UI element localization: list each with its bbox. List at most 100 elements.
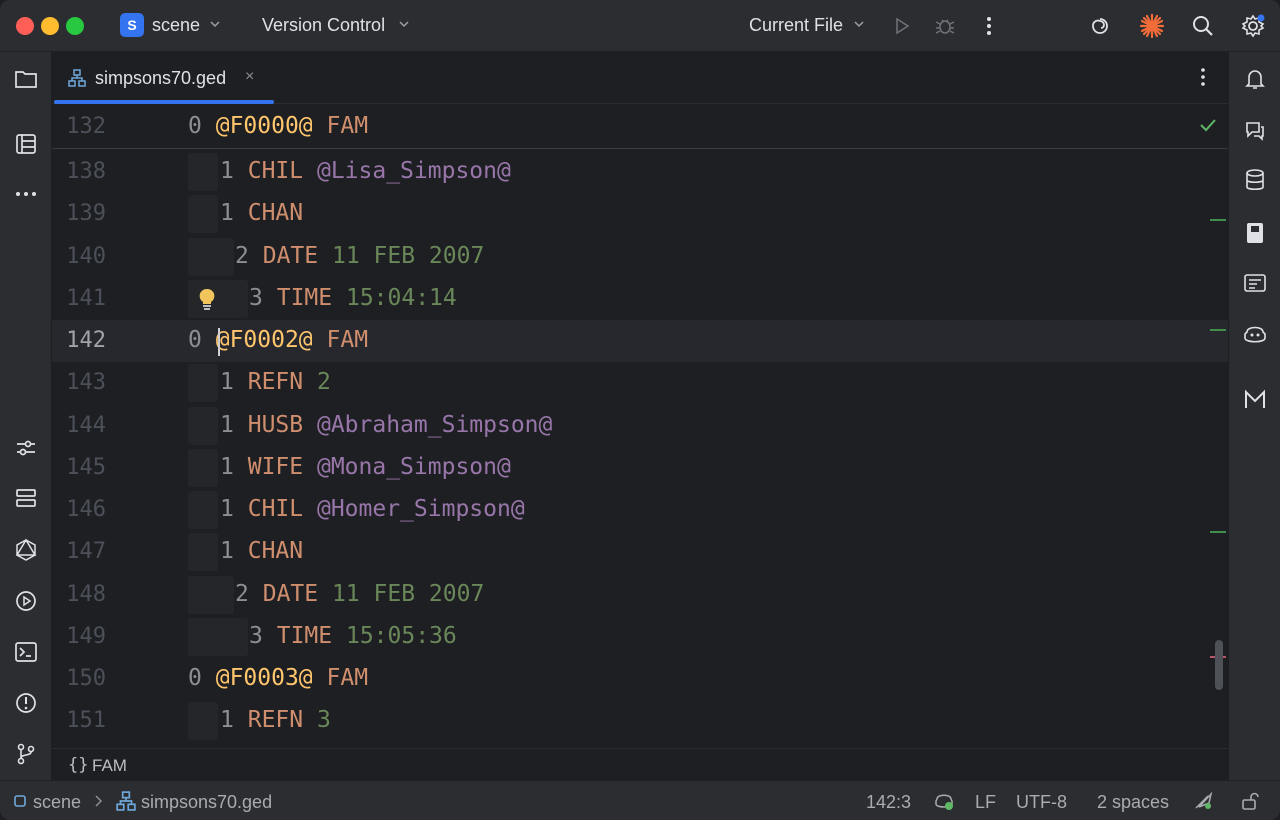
code-line[interactable]: 148 2 DATE 11 FEB 2007 (52, 574, 1228, 616)
run-config-selector[interactable]: Current File (749, 15, 843, 36)
line-number[interactable]: 139 (52, 201, 106, 226)
line-number[interactable]: 138 (52, 159, 106, 184)
close-tab-icon[interactable]: × (245, 68, 254, 86)
notifications-icon[interactable] (1241, 65, 1269, 93)
code-line[interactable]: 146 1 CHIL @Homer_Simpson@ (52, 489, 1228, 531)
field-value: 3 (316, 707, 331, 734)
burst-icon[interactable] (1139, 13, 1165, 39)
project-name[interactable]: scene (152, 15, 200, 36)
line-number[interactable]: 151 (52, 708, 106, 733)
chevron-down-icon[interactable] (852, 16, 866, 32)
tab-simpsons70[interactable]: simpsons70.ged × (52, 52, 274, 104)
line-number[interactable]: 150 (52, 666, 106, 691)
chevron-down-icon[interactable] (397, 16, 411, 32)
graphql-icon[interactable] (12, 536, 40, 564)
run-tool-icon[interactable] (12, 587, 40, 615)
line-number[interactable]: 147 (52, 539, 106, 564)
version-control-menu[interactable]: Version Control (262, 15, 385, 36)
title-bar: S scene Version Control Current File (0, 0, 1280, 52)
run-icon[interactable] (889, 13, 915, 39)
copilot-icon[interactable] (1241, 320, 1269, 348)
database-icon[interactable] (1241, 166, 1269, 194)
indent-guide (188, 406, 218, 445)
change-marker[interactable] (1210, 329, 1226, 331)
code-text: 3 TIME 15:05:36 (249, 623, 457, 649)
code-line[interactable]: 144 1 HUSB @Abraham_Simpson@ (52, 405, 1228, 447)
gedcom-tag: DATE (262, 242, 319, 269)
gedcom-tag: REFN (247, 707, 304, 734)
code-line[interactable]: 142 0 @F0002@ FAM (52, 320, 1228, 362)
chevron-right-icon (95, 795, 103, 807)
code-text: 1 WIFE @Mona_Simpson@ (220, 454, 511, 480)
code-line[interactable]: 150 0 @F0003@ FAM (52, 658, 1228, 700)
terminal-icon[interactable] (12, 638, 40, 666)
document-code-icon[interactable] (1241, 270, 1269, 298)
debug-icon[interactable] (932, 13, 958, 39)
minimize-window-button[interactable] (41, 17, 59, 35)
m-plugin-icon[interactable] (1241, 386, 1269, 414)
line-number[interactable]: 143 (52, 370, 106, 395)
status-project[interactable]: scene (33, 792, 81, 813)
ai-spiral-icon[interactable] (1087, 13, 1113, 39)
more-tools-icon[interactable] (12, 180, 40, 208)
folder-icon[interactable] (12, 65, 40, 93)
git-branch-icon[interactable] (12, 740, 40, 768)
status-file[interactable]: simpsons70.ged (141, 792, 272, 813)
line-number[interactable]: 149 (52, 624, 106, 649)
services-icon[interactable] (12, 484, 40, 512)
code-line[interactable]: 139 1 CHAN (52, 193, 1228, 235)
lock-icon[interactable] (1240, 791, 1260, 811)
code-line[interactable]: 141 3 TIME 15:04:14 (52, 278, 1228, 320)
structure-icon[interactable] (12, 130, 40, 158)
code-line[interactable]: 145 1 WIFE @Mona_Simpson@ (52, 447, 1228, 489)
settings-icon[interactable] (1240, 13, 1266, 39)
project-square-icon (14, 795, 26, 807)
close-window-button[interactable] (16, 17, 34, 35)
code-line[interactable]: 143 1 REFN 2 (52, 362, 1228, 404)
file-encoding[interactable]: UTF-8 (1016, 792, 1067, 813)
change-marker[interactable] (1210, 531, 1226, 533)
line-number[interactable]: 142 (52, 328, 106, 353)
pointer-value: @Homer_Simpson@ (316, 496, 525, 522)
vertical-scrollbar-thumb[interactable] (1215, 640, 1223, 690)
gedcom-file-icon (116, 791, 136, 811)
line-number[interactable]: 148 (52, 582, 106, 607)
change-marker[interactable] (1210, 219, 1226, 221)
tab-options-icon[interactable] (1196, 66, 1210, 88)
code-line[interactable]: 140 2 DATE 11 FEB 2007 (52, 236, 1228, 278)
line-number[interactable]: 144 (52, 413, 106, 438)
more-icon[interactable] (976, 13, 1002, 39)
gedcom-tag: FAM (326, 113, 369, 139)
chevron-down-icon[interactable] (208, 16, 222, 32)
line-number[interactable]: 140 (52, 244, 106, 269)
sticky-scroll-line[interactable]: 132 0 @F0000@ FAM (52, 105, 1228, 149)
line-ending[interactable]: LF (975, 792, 996, 813)
code-line[interactable]: 151 1 REFN 3 (52, 700, 1228, 742)
code-line[interactable]: 149 3 TIME 15:05:36 (52, 616, 1228, 658)
zoom-window-button[interactable] (66, 17, 84, 35)
pointer-value: @Abraham_Simpson@ (316, 411, 553, 438)
lightbulb-icon[interactable] (197, 287, 217, 311)
code-text: 1 REFN 3 (220, 707, 331, 733)
code-line[interactable]: 138 1 CHIL @Lisa_Simpson@ (52, 151, 1228, 193)
code-text: 1 CHAN (220, 538, 303, 564)
code-editor[interactable]: 151 1 REFN 3 150 0 @F0003@ FAM 149 3 TIME 15:… (52, 105, 1228, 748)
check-icon[interactable] (1198, 115, 1218, 135)
indent-setting[interactable]: 2 spaces (1097, 792, 1169, 813)
bookmark-panel-icon[interactable] (1241, 219, 1269, 247)
caret-position[interactable]: 142:3 (866, 792, 911, 813)
search-icon[interactable] (1190, 13, 1216, 39)
project-badge[interactable]: S (120, 13, 144, 37)
quill-icon[interactable] (1193, 791, 1213, 811)
copilot-status-icon[interactable] (934, 791, 954, 811)
gedcom-tag: CHIL (247, 158, 304, 184)
editor-tab-bar: simpsons70.ged × (52, 52, 1228, 104)
problems-icon[interactable] (12, 689, 40, 717)
line-number[interactable]: 145 (52, 455, 106, 480)
sliders-icon[interactable] (12, 434, 40, 462)
ai-chat-icon[interactable] (1241, 116, 1269, 144)
breadcrumb-item-fam[interactable]: FAM (92, 756, 127, 776)
line-number[interactable]: 146 (52, 497, 106, 522)
line-number[interactable]: 141 (52, 286, 106, 311)
code-line[interactable]: 147 1 CHAN (52, 531, 1228, 573)
